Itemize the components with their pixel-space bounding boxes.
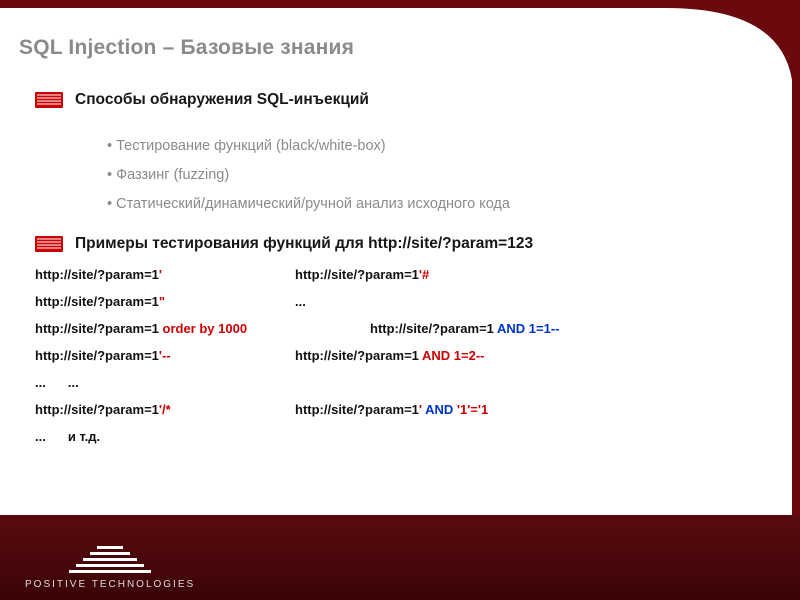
- injection-text: '#: [419, 267, 429, 282]
- injection-text: '1'='1: [457, 402, 488, 417]
- url-text: http://site/?param=1: [370, 321, 494, 336]
- injection-text: AND 1=1--: [494, 321, 560, 336]
- brand-name: POSITIVE TECHNOLOGIES: [25, 579, 195, 590]
- example-row: ... ...: [35, 375, 755, 390]
- url-text: http://site/?param=1: [295, 348, 419, 363]
- example-cell: http://site/?param=1': [35, 267, 235, 282]
- injection-text: '/*: [159, 402, 171, 417]
- bullet-item: Тестирование функций (black/white-box): [107, 135, 755, 158]
- example-row: http://site/?param=1'-- http://site/?par…: [35, 348, 755, 363]
- injection-text: AND: [422, 402, 457, 417]
- url-text: http://site/?param=1: [295, 267, 419, 282]
- slide-title: SQL Injection – Базовые знания: [19, 36, 354, 60]
- example-cell: http://site/?param=1'#: [295, 267, 429, 282]
- example-cell: http://site/?param=1' AND '1'='1: [295, 402, 488, 417]
- injection-text: order by 1000: [159, 321, 247, 336]
- bullet-item: Статический/динамический/ручной анализ и…: [107, 193, 755, 216]
- right-border: [792, 60, 800, 515]
- injection-text: ': [159, 267, 162, 282]
- example-cell: http://site/?param=1 AND 1=2--: [295, 348, 485, 363]
- brand-logo: POSITIVE TECHNOLOGIES: [25, 546, 195, 590]
- section-examples: Примеры тестирования функций для http://…: [35, 235, 755, 253]
- examples-block: http://site/?param=1' http://site/?param…: [35, 267, 755, 444]
- slide: SQL Injection – Базовые знания Способы о…: [0, 0, 800, 600]
- example-cell: http://site/?param=1 AND 1=1--: [370, 321, 560, 336]
- example-row: http://site/?param=1'/* http://site/?par…: [35, 402, 755, 417]
- top-border: [0, 0, 660, 8]
- example-row: ... и т.д.: [35, 429, 755, 444]
- example-cell: http://site/?param=1'--: [35, 348, 235, 363]
- example-cell: ...: [68, 375, 79, 390]
- example-cell: ...: [35, 375, 46, 390]
- section-detection: Способы обнаружения SQL-инъекций: [35, 91, 755, 109]
- url-text: http://site/?param=1: [35, 294, 159, 309]
- example-cell: http://site/?param=1 order by 1000: [35, 321, 310, 336]
- section-heading: Способы обнаружения SQL-инъекций: [75, 91, 369, 109]
- injection-text: ": [159, 294, 165, 309]
- logo-bars-icon: [25, 546, 195, 573]
- injection-text: AND 1=2--: [419, 348, 485, 363]
- example-row: http://site/?param=1' http://site/?param…: [35, 267, 755, 282]
- example-row: http://site/?param=1 order by 1000 http:…: [35, 321, 755, 336]
- url-text: http://site/?param=1: [35, 402, 159, 417]
- content-area: Способы обнаружения SQL-инъекций Тестиро…: [35, 85, 755, 456]
- section-heading: Примеры тестирования функций для http://…: [75, 235, 533, 253]
- bullet-item: Фаззинг (fuzzing): [107, 164, 755, 187]
- example-row: http://site/?param=1" ...: [35, 294, 755, 309]
- bullet-flag-icon: [35, 92, 63, 108]
- detection-bullets: Тестирование функций (black/white-box) Ф…: [107, 135, 755, 217]
- url-text: http://site/?param=1: [35, 267, 159, 282]
- example-cell: http://site/?param=1": [35, 294, 235, 309]
- corner-decoration: [660, 0, 800, 80]
- example-cell: и т.д.: [68, 429, 100, 444]
- url-text: http://site/?param=1: [35, 321, 159, 336]
- example-cell: ...: [295, 294, 306, 309]
- example-cell: http://site/?param=1'/*: [35, 402, 235, 417]
- footer-bar: POSITIVE TECHNOLOGIES: [0, 515, 800, 600]
- url-text: http://site/?param=1: [35, 348, 159, 363]
- url-text: http://site/?param=1: [295, 402, 419, 417]
- bullet-flag-icon: [35, 236, 63, 252]
- injection-text: '--: [159, 348, 171, 363]
- example-cell: ...: [35, 429, 46, 444]
